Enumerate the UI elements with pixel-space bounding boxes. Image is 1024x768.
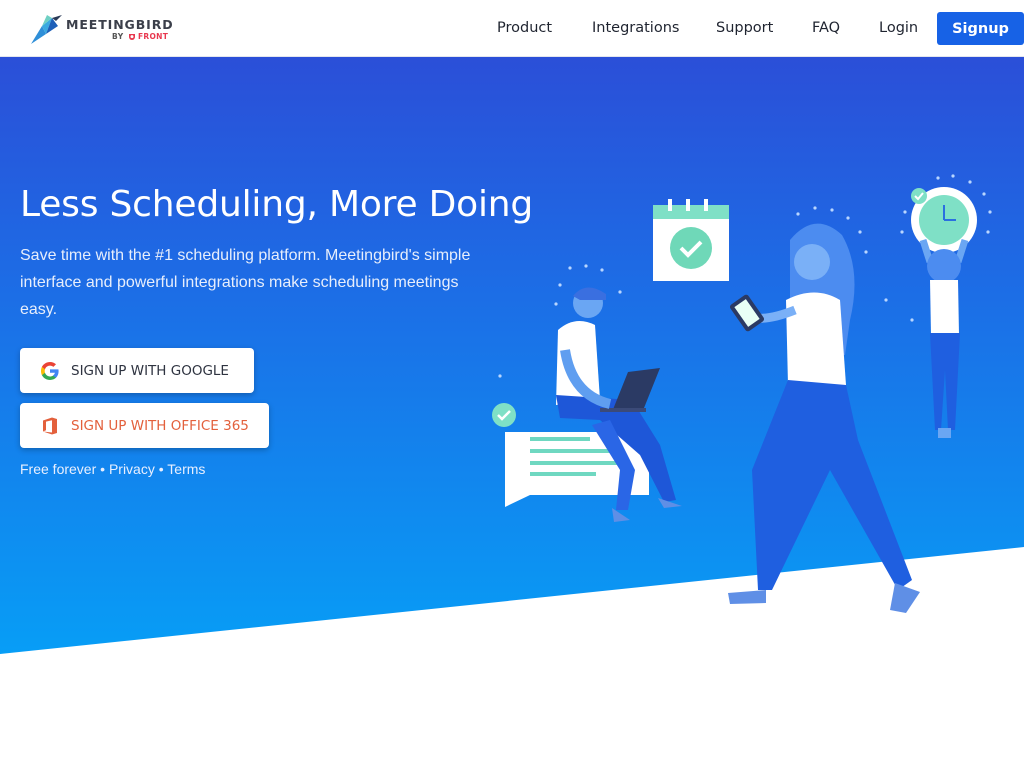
- brand-name: MEETINGBIRD: [66, 17, 174, 32]
- clock-holder-illustration: [911, 187, 977, 438]
- meetingbird-logo[interactable]: MEETINGBIRD BY FRONT: [30, 12, 180, 46]
- top-navbar: MEETINGBIRD BY FRONT Product Integration…: [0, 0, 1024, 57]
- link-separator: •: [158, 461, 164, 477]
- office365-signup-button[interactable]: SIGN UP WITH OFFICE 365: [20, 403, 269, 448]
- signup-button[interactable]: Signup: [937, 12, 1024, 45]
- brand-by: BY: [112, 32, 124, 41]
- nav-integrations[interactable]: Integrations: [592, 0, 679, 56]
- standing-woman-illustration: [728, 223, 920, 613]
- nav-login[interactable]: Login: [879, 0, 918, 56]
- brand-partner: FRONT: [138, 32, 169, 41]
- front-logo-icon: [129, 34, 135, 40]
- hero-links: Free forever • Privacy • Terms: [20, 461, 205, 477]
- hummingbird-logo-icon: [31, 15, 62, 44]
- hero-title: Less Scheduling, More Doing: [20, 184, 534, 225]
- google-icon: [40, 361, 60, 381]
- nav-product[interactable]: Product: [497, 0, 552, 56]
- check-icon: [492, 403, 516, 427]
- nav-faq[interactable]: FAQ: [812, 0, 840, 56]
- office-365-icon: [40, 416, 60, 436]
- nav-support[interactable]: Support: [716, 0, 773, 56]
- hero-subtitle: Save time with the #1 scheduling platfor…: [20, 247, 471, 318]
- google-signup-button[interactable]: SIGN UP WITH GOOGLE: [20, 348, 254, 393]
- google-signup-label: SIGN UP WITH GOOGLE: [71, 362, 229, 379]
- link-separator: •: [100, 461, 106, 477]
- privacy-link[interactable]: Privacy: [109, 461, 155, 477]
- office365-signup-label: SIGN UP WITH OFFICE 365: [71, 417, 249, 434]
- free-forever-text: Free forever: [20, 461, 97, 477]
- terms-link[interactable]: Terms: [167, 461, 205, 477]
- calendar-icon: [653, 199, 729, 281]
- check-icon: [911, 188, 927, 204]
- hero-illustration: [492, 174, 992, 613]
